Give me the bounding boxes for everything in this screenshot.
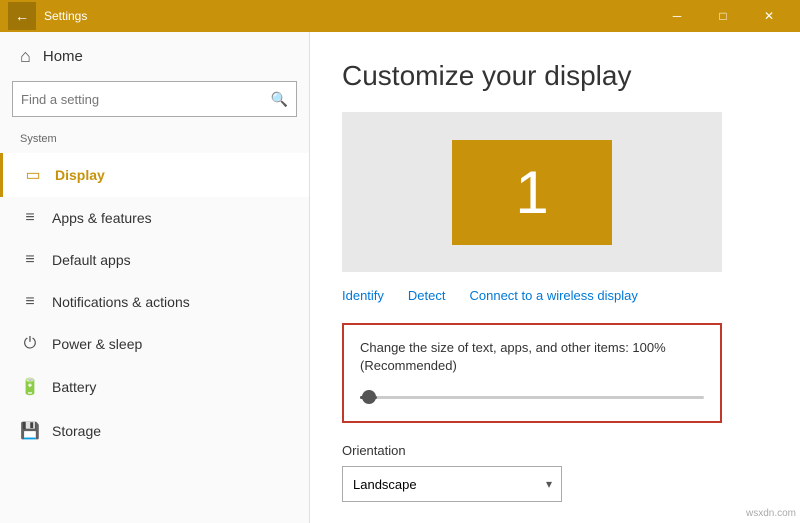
notifications-label: Notifications & actions — [52, 294, 190, 310]
display-label: Display — [55, 167, 105, 183]
scale-text: Change the size of text, apps, and other… — [360, 339, 704, 375]
connect-wireless-link[interactable]: Connect to a wireless display — [470, 288, 638, 303]
sidebar-item-storage[interactable]: 💾 Storage — [0, 409, 309, 453]
power-label: Power & sleep — [52, 336, 142, 352]
back-button[interactable]: ← — [8, 2, 36, 30]
title-bar-left: ← Settings — [8, 2, 87, 30]
battery-icon: 🔋 — [20, 377, 40, 397]
default-apps-label: Default apps — [52, 252, 131, 268]
display-preview: 1 — [342, 112, 722, 272]
default-apps-icon: ≡ — [20, 251, 40, 269]
monitor-box: 1 — [452, 140, 612, 245]
title-bar-title: Settings — [44, 9, 87, 23]
power-icon: ⏻ — [20, 335, 40, 353]
sidebar-item-power[interactable]: ⏻ Power & sleep — [0, 323, 309, 365]
scale-slider-container[interactable] — [360, 387, 704, 407]
search-box: 🔍 — [12, 81, 297, 117]
scale-slider-thumb[interactable] — [362, 390, 376, 404]
title-bar-controls: ─ □ ✕ — [654, 0, 792, 32]
sidebar-item-home[interactable]: ⌂ Home — [0, 32, 309, 81]
sidebar-item-display[interactable]: ▭ Display — [0, 153, 309, 197]
detect-link[interactable]: Detect — [408, 288, 446, 303]
monitor-number: 1 — [515, 158, 548, 227]
home-label: Home — [43, 48, 83, 65]
content-area: Customize your display 1 Identify Detect… — [310, 32, 800, 523]
storage-label: Storage — [52, 423, 101, 439]
sidebar-item-default-apps[interactable]: ≡ Default apps — [0, 239, 309, 281]
notifications-icon: ≡ — [20, 293, 40, 311]
back-icon: ← — [15, 8, 29, 24]
scale-section: Change the size of text, apps, and other… — [342, 323, 722, 423]
display-icon: ▭ — [23, 165, 43, 185]
minimize-icon: ─ — [673, 9, 682, 23]
sidebar-item-notifications[interactable]: ≡ Notifications & actions — [0, 281, 309, 323]
system-label: System — [0, 129, 309, 153]
battery-label: Battery — [52, 379, 96, 395]
orientation-select[interactable]: Landscape Portrait Landscape (flipped) P… — [342, 466, 562, 502]
sidebar-item-apps[interactable]: ≡ Apps & features — [0, 197, 309, 239]
page-title: Customize your display — [342, 60, 768, 92]
maximize-button[interactable]: □ — [700, 0, 746, 32]
minimize-button[interactable]: ─ — [654, 0, 700, 32]
title-bar: ← Settings ─ □ ✕ — [0, 0, 800, 32]
home-icon: ⌂ — [20, 46, 31, 67]
scale-slider-track — [360, 396, 704, 399]
apps-label: Apps & features — [52, 210, 152, 226]
orientation-select-wrapper: Landscape Portrait Landscape (flipped) P… — [342, 466, 562, 502]
display-actions: Identify Detect Connect to a wireless di… — [342, 288, 768, 303]
sidebar: ⌂ Home 🔍 System ▭ Display ≡ Apps & featu… — [0, 32, 310, 523]
sidebar-item-battery[interactable]: 🔋 Battery — [0, 365, 309, 409]
search-icon: 🔍 — [271, 91, 288, 108]
storage-icon: 💾 — [20, 421, 40, 441]
close-button[interactable]: ✕ — [746, 0, 792, 32]
search-input[interactable] — [21, 92, 271, 107]
orientation-label: Orientation — [342, 443, 768, 458]
apps-icon: ≡ — [20, 209, 40, 227]
app-body: ⌂ Home 🔍 System ▭ Display ≡ Apps & featu… — [0, 32, 800, 523]
identify-link[interactable]: Identify — [342, 288, 384, 303]
maximize-icon: □ — [719, 9, 726, 23]
close-icon: ✕ — [764, 9, 774, 23]
watermark: wsxdn.com — [746, 508, 796, 519]
